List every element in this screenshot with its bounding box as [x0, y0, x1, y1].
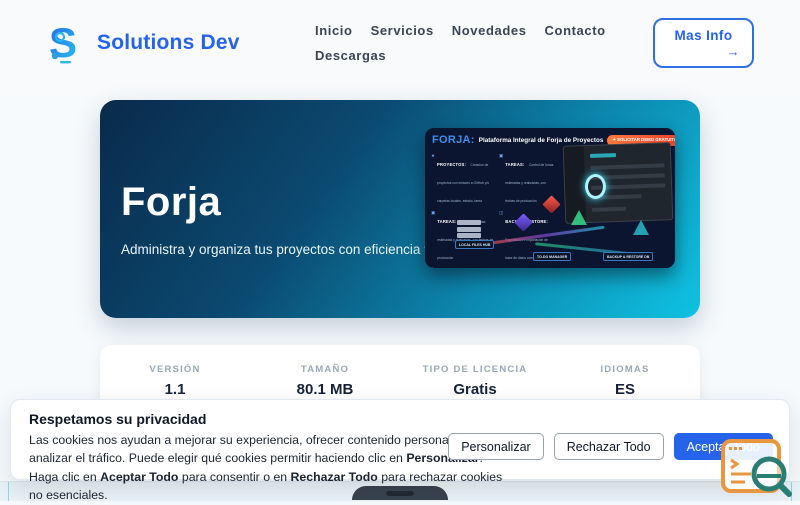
stat-value: 1.1: [164, 381, 186, 398]
promo-feature: ≡ TO-DO: Lista rápida de pendientes asig…: [431, 266, 495, 268]
nav-link[interactable]: Novedades: [452, 23, 527, 38]
main-nav: Inicio Servicios Novedades Contacto Descarga…: [315, 23, 610, 63]
brand-logo-icon: S: [49, 20, 77, 66]
nav-link[interactable]: Descargas: [315, 48, 386, 63]
nav-link[interactable]: Servicios: [371, 23, 434, 38]
stat-label: TAMAÑO: [300, 364, 350, 375]
feature-icon: ◫: [499, 209, 504, 215]
feature-title: TAREAS:: [437, 218, 457, 224]
header: S Solutions Dev Inicio Servicios Novedades…: [0, 0, 800, 96]
stat-value: 80.1 MB: [296, 381, 354, 398]
inspector-widget-button[interactable]: [717, 438, 797, 500]
promo-caption-chip: TO-DO MANAGER: [533, 252, 572, 261]
promo-caption-chip: LOCAL FILES HUB: [455, 240, 495, 249]
arrow-right-icon: →: [726, 44, 740, 59]
promo-caption-chip: BACKUP & RESTORE DB: [603, 252, 654, 261]
stat-label: IDIOMAS: [600, 364, 650, 375]
svg-text:S: S: [49, 20, 77, 66]
reject-all-button[interactable]: Rechazar Todo: [553, 433, 664, 460]
hero-title: Forja: [121, 180, 222, 224]
hero-subtitle: Administra y organiza tus proyectos con …: [121, 242, 454, 257]
cookie-banner-title: Respetamos su privacidad: [29, 411, 207, 427]
stat-value: ES: [614, 381, 635, 398]
feature-icon: ▣: [499, 153, 504, 158]
hero-banner: Forja Administra y organiza tus proyecto…: [100, 100, 700, 318]
nav-link[interactable]: Contacto: [545, 23, 606, 38]
feature-icon: ≡: [431, 266, 434, 268]
promo-brand: FORJA:: [432, 134, 475, 146]
hero-promo-image: FORJA: Plataforma Integral de Forja de P…: [425, 128, 675, 268]
promo-glow-ring: [585, 174, 606, 199]
promo-server-stack: [457, 220, 481, 240]
feature-desc: Creación de proyectos con enlaces a GitH…: [437, 163, 490, 203]
feature-title: TAREAS:: [505, 162, 525, 167]
document-magnifier-icon: [721, 439, 792, 497]
promo-feature: ★ PROYECTOS: Creación de proyectos con e…: [431, 153, 495, 207]
feature-title: PROYECTOS:: [437, 162, 467, 167]
feature-icon: ▣: [431, 209, 436, 215]
brand-logo[interactable]: S Solutions Dev: [46, 20, 240, 66]
cookie-banner-text: Las cookies nos ayudan a mejorar su expe…: [29, 433, 503, 503]
stat-value: Gratis: [453, 381, 497, 398]
mas-info-button[interactable]: Mas Info →: [653, 18, 754, 68]
stat-label: VERSIÓN: [149, 364, 201, 375]
nav-link[interactable]: Inicio: [315, 23, 353, 38]
promo-feature-list: ★ PROYECTOS: Creación de proyectos con e…: [431, 153, 495, 268]
mas-info-label: Mas Info: [674, 28, 733, 43]
promo-tagline: Plataforma Integral de Forja de Proyecto…: [478, 136, 604, 144]
feature-icon: ★: [431, 153, 436, 158]
stat-label: TIPO DE LICENCIA: [422, 364, 528, 375]
feature-desc: Control de horas estimadas y realizadas,…: [505, 163, 554, 203]
promo-pyramid-green: [571, 210, 587, 225]
personalize-button[interactable]: Personalizar: [448, 433, 544, 460]
promo-pyramid-teal: [633, 220, 649, 235]
cookie-banner: Respetamos su privacidad Las cookies nos…: [10, 399, 790, 502]
brand-name: Solutions Dev: [97, 31, 240, 54]
